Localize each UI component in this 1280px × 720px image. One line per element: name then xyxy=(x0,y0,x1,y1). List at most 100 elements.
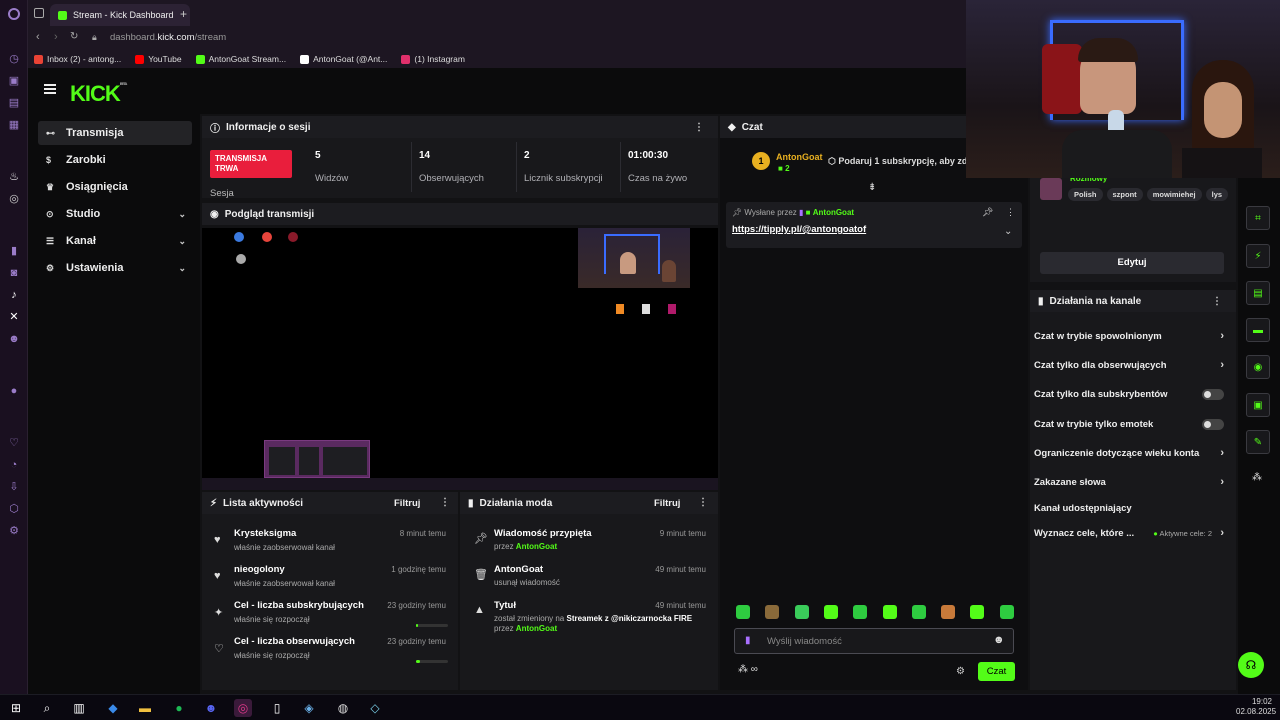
file-icon[interactable]: ▯ xyxy=(268,699,286,717)
emote-icon[interactable] xyxy=(999,605,1014,619)
back-icon[interactable]: ‹ xyxy=(36,31,40,43)
search-icon[interactable]: ⌕ xyxy=(38,699,56,717)
kick-logo[interactable]: KICKBETA xyxy=(70,81,127,107)
twitch-icon[interactable]: ▮ xyxy=(7,244,21,258)
speed-dial-icon[interactable]: ◷ xyxy=(7,52,21,66)
channel-action-row[interactable]: Czat w trybie tylko emotek xyxy=(1034,413,1230,435)
sidebar-item-2[interactable]: $ Zarobki xyxy=(38,148,192,172)
gear-icon[interactable]: ⚙ xyxy=(956,666,965,677)
emote-icon[interactable] xyxy=(911,605,926,619)
bookmark-item[interactable]: AntonGoat Stream... xyxy=(195,54,286,64)
emote-icon[interactable] xyxy=(794,605,809,619)
task-view-icon[interactable]: ▥ xyxy=(70,699,88,717)
sidebar-item-3[interactable]: ♛ Osiągnięcia xyxy=(38,175,192,199)
toggle-switch[interactable] xyxy=(1202,418,1224,430)
obs-icon[interactable]: ◍ xyxy=(334,699,352,717)
send-chat-button[interactable]: Czat xyxy=(978,662,1015,681)
tab-kick-dashboard[interactable]: Stream - Kick Dashboard xyxy=(50,4,190,26)
list-item[interactable]: ✦ Cel - liczba subskrybujących właśnie się… xyxy=(202,600,456,636)
list-item[interactable]: ▲ Tytuł 49 minut temu został zmieniony na S… xyxy=(460,600,716,636)
sidebar-item-4[interactable]: ⊙ Studio ⌄ xyxy=(38,202,192,226)
emote-icon[interactable] xyxy=(882,605,897,619)
channel-action-row[interactable]: Czat tylko dla subskrybentów xyxy=(1034,383,1230,405)
more-icon[interactable]: ⋮ xyxy=(440,497,450,508)
toggle-switch[interactable] xyxy=(1202,388,1224,400)
reload-icon[interactable]: ↻ xyxy=(70,31,78,42)
bookmark-item[interactable]: Inbox (2) - antong... xyxy=(34,54,121,64)
unpin-icon[interactable]: 📌︎ xyxy=(982,207,993,218)
sidebar-item-1[interactable]: ⊷ Transmisja xyxy=(38,121,192,145)
settings-side-icon[interactable]: ◎ xyxy=(7,192,21,206)
chevron-down-icon[interactable]: ⌄ xyxy=(1004,226,1012,237)
channel-action-row[interactable]: Czat w trybie spowolnionym › xyxy=(1034,325,1230,347)
broadcast-icon[interactable]: ◉ xyxy=(1246,355,1270,379)
pinned-link[interactable]: https://tipply.pl/@antongoatof xyxy=(732,224,866,235)
list-item[interactable]: ♥ Krysteksigma właśnie zaobserwował kanał 8… xyxy=(202,528,456,564)
gift-prompt[interactable]: ⬡ Podaruj 1 subskrypcję, aby zd xyxy=(828,156,966,167)
activity-filter-button[interactable]: Filtruj xyxy=(394,498,420,509)
list-item[interactable]: 📌︎ Wiadomość przypięta 9 minut temu przez A… xyxy=(460,528,716,564)
mod-username[interactable]: AntonGoat xyxy=(516,542,557,551)
support-icon[interactable]: ☊ xyxy=(1238,652,1264,678)
stream-preview[interactable] xyxy=(202,228,718,490)
sidebar-item-6[interactable]: ⚙ Ustawienia ⌄ xyxy=(38,256,192,280)
discord-icon[interactable]: ☻ xyxy=(202,699,220,717)
tag-chip[interactable]: lys xyxy=(1205,188,1229,201)
more-icon[interactable]: ⋮ xyxy=(698,497,708,508)
emote-icon[interactable] xyxy=(736,605,750,619)
gear-side-icon[interactable]: ⚙ xyxy=(7,524,21,538)
app-icon[interactable]: ◆ xyxy=(104,699,122,717)
start-icon[interactable]: ⊞ xyxy=(7,699,25,717)
bag-icon[interactable]: ▣ xyxy=(7,74,21,88)
new-tab-button[interactable]: + xyxy=(180,7,187,21)
emote-icon[interactable] xyxy=(941,605,956,619)
url-field[interactable]: dashboard.kick.com/stream xyxy=(110,32,226,43)
heart-side-icon[interactable]: ♡ xyxy=(7,436,21,450)
tag-chip[interactable]: mowimiehej xyxy=(1146,188,1202,201)
chat-input[interactable]: ▮ Wyślij wiadomość ☻ xyxy=(734,628,1014,654)
forward-icon[interactable]: › xyxy=(54,31,58,43)
x-icon[interactable]: ✕ xyxy=(7,310,21,324)
wrench-icon[interactable]: ✎ xyxy=(1246,430,1270,454)
gift-user[interactable]: AntonGoat xyxy=(776,152,823,162)
emote-icon[interactable] xyxy=(823,605,838,619)
chat-bubble-icon[interactable]: ▬ xyxy=(1246,318,1270,342)
discord-icon[interactable]: ☻ xyxy=(7,332,21,346)
collapse-icon[interactable]: ⇟ xyxy=(868,182,876,193)
emote-icon[interactable] xyxy=(970,605,985,619)
ai-icon[interactable]: ● xyxy=(7,384,21,398)
emote-icon[interactable] xyxy=(853,605,868,619)
scan-icon[interactable]: ⌗ xyxy=(1246,206,1270,230)
emoji-icon[interactable]: ☻ xyxy=(993,634,1005,646)
opera-gx-icon[interactable]: ◎ xyxy=(234,699,252,717)
kick-side-icon[interactable]: ♨ xyxy=(7,170,21,184)
layout-icon[interactable]: ▣ xyxy=(1246,393,1270,417)
channel-action-row[interactable]: Czat tylko dla obserwujących › xyxy=(1034,354,1230,376)
more-options-icon[interactable]: ⁂ xyxy=(1252,472,1262,483)
tiktok-icon[interactable]: ♪ xyxy=(7,288,21,302)
sidebar-item-5[interactable]: ☰ Kanał ⌄ xyxy=(38,229,192,253)
edit-button[interactable]: Edytuj xyxy=(1040,252,1224,274)
spotify-icon[interactable]: ● xyxy=(170,699,188,717)
mod-username[interactable]: AntonGoat xyxy=(516,624,557,633)
more-icon[interactable]: ⋮ xyxy=(694,122,704,133)
bookmark-item[interactable]: YouTube xyxy=(135,54,182,64)
opera-icon[interactable] xyxy=(8,8,20,20)
emote-icon[interactable] xyxy=(765,605,780,619)
channel-action-row[interactable]: Wyznacz cele, które ... ● Aktywne cele: 2… xyxy=(1034,522,1230,544)
mod-filter-button[interactable]: Filtruj xyxy=(654,498,680,509)
tag-chip[interactable]: szpont xyxy=(1106,188,1143,201)
bookmark-item[interactable]: AntonGoat (@Ant... xyxy=(300,54,387,64)
list-item[interactable]: 🗑︎ AntonGoat 49 minut temu usunął wiadomość xyxy=(460,564,716,600)
mail-icon[interactable]: ▦ xyxy=(7,118,21,132)
bookmark-item[interactable]: (1) Instagram xyxy=(401,54,465,64)
menu-icon[interactable] xyxy=(44,84,56,86)
download-icon[interactable]: ⇩ xyxy=(7,480,21,494)
tag-chip[interactable]: Polish xyxy=(1068,188,1103,201)
clock[interactable]: 19:02 02.08.2025 xyxy=(1236,697,1276,717)
app-icon[interactable]: ◇ xyxy=(366,699,384,717)
list-item[interactable]: ♡ Cel - liczba obserwujących właśnie się r… xyxy=(202,636,456,672)
points-icon[interactable]: ⁂ ∞ xyxy=(738,664,758,675)
folder-icon[interactable]: ▬ xyxy=(136,699,154,717)
extensions-icon[interactable]: ⬡ xyxy=(7,502,21,516)
